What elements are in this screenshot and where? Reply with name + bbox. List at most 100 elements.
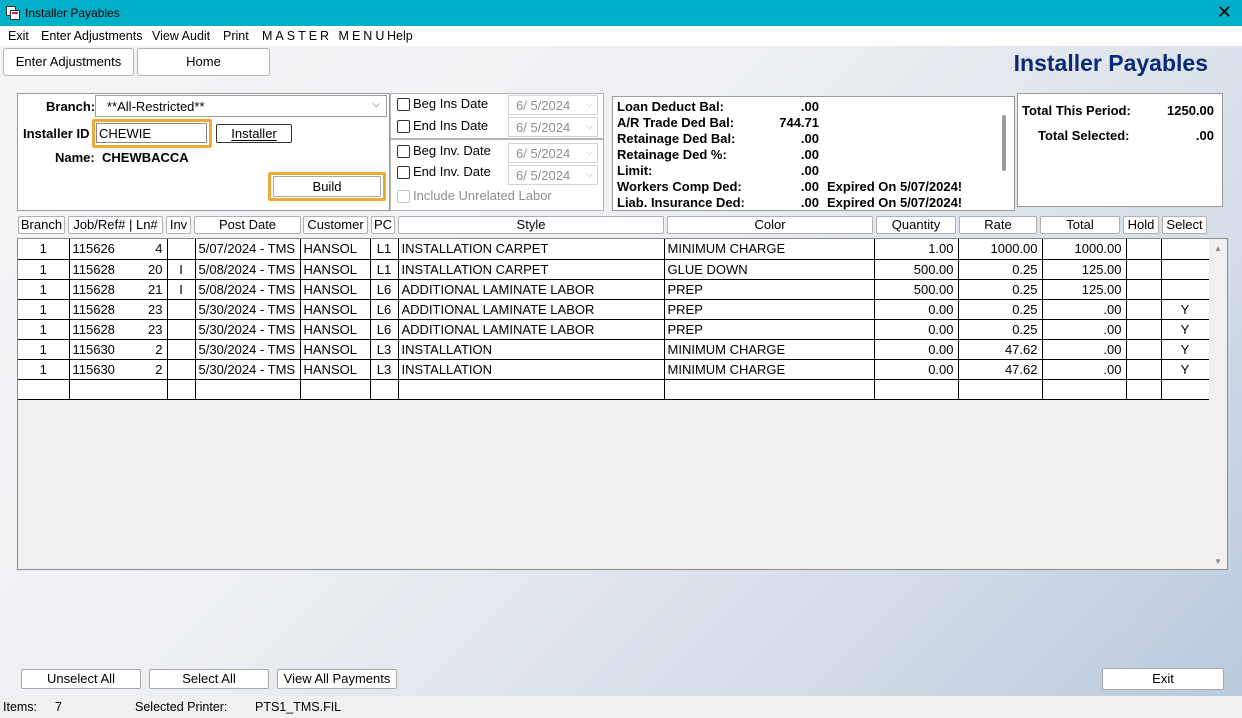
cell-job[interactable]: 115628 [69,279,136,300]
cell-post[interactable] [195,379,301,400]
cell-select[interactable]: Y [1161,339,1210,360]
cell-branch[interactable]: 1 [18,319,70,340]
cell-job[interactable]: 115628 [69,259,136,280]
table-row[interactable]: 1 115628 23 5/30/2024 - TMS HANSOL L6 ADDITION… [18,319,1210,340]
cell-qty[interactable]: 0.00 [874,299,959,320]
cell-total[interactable] [1042,379,1127,400]
cell-hold[interactable] [1126,359,1162,380]
cell-job[interactable]: 115630 [69,359,136,380]
cell-style[interactable]: INSTALLATION [398,359,665,380]
menu-view-audit[interactable]: View Audit [152,29,210,43]
cell-customer[interactable]: HANSOL [300,239,371,260]
col-job-ref[interactable]: Job/Ref# | Ln# [68,216,163,234]
cell-qty[interactable]: 0.00 [874,339,959,360]
cell-color[interactable]: MINIMUM CHARGE [664,339,875,360]
select-all-button[interactable]: Select All [149,669,269,689]
cell-branch[interactable]: 1 [18,259,70,280]
cell-post[interactable]: 5/07/2024 - TMS [195,239,301,260]
installer-button[interactable]: Installer [216,124,292,143]
cell-rate[interactable]: 47.62 [958,339,1043,360]
cell-rate[interactable]: 0.25 [958,279,1043,300]
table-row[interactable]: 1 115628 20 I 5/08/2024 - TMS HANSOL L1 INSTALL… [18,259,1210,280]
cell-total[interactable]: 125.00 [1042,279,1127,300]
cell-branch[interactable] [18,379,70,400]
cell-qty[interactable] [874,379,959,400]
col-rate[interactable]: Rate [959,216,1037,234]
grid-scrollbar[interactable]: ▲ ▼ [1209,239,1227,569]
cell-customer[interactable]: HANSOL [300,299,371,320]
cell-ln[interactable]: 21 [136,279,168,300]
cell-total[interactable]: 125.00 [1042,259,1127,280]
cell-hold[interactable] [1126,259,1162,280]
cell-customer[interactable] [300,379,371,400]
cell-inv[interactable] [167,299,196,320]
cell-color[interactable]: MINIMUM CHARGE [664,239,875,260]
col-quantity[interactable]: Quantity [876,216,956,234]
build-button[interactable]: Build [273,176,381,197]
cell-qty[interactable]: 0.00 [874,319,959,340]
cell-pc[interactable]: L1 [370,239,399,260]
cell-total[interactable]: .00 [1042,359,1127,380]
cell-branch[interactable]: 1 [18,359,70,380]
cell-job[interactable] [69,379,136,400]
view-all-payments-button[interactable]: View All Payments [277,669,397,689]
cell-select[interactable]: Y [1161,299,1210,320]
cell-inv[interactable] [167,379,196,400]
end-ins-date-checkbox[interactable] [397,120,410,133]
cell-rate[interactable]: 0.25 [958,319,1043,340]
cell-color[interactable]: PREP [664,299,875,320]
cell-hold[interactable] [1126,339,1162,360]
cell-job[interactable]: 115628 [69,299,136,320]
menu-master-menu[interactable]: MASTER MENU [262,29,387,43]
cell-ln[interactable] [136,379,168,400]
cell-total[interactable]: .00 [1042,339,1127,360]
cell-qty[interactable]: 0.00 [874,359,959,380]
cell-inv[interactable]: I [167,259,196,280]
cell-color[interactable]: GLUE DOWN [664,259,875,280]
cell-color[interactable]: PREP [664,279,875,300]
cell-style[interactable]: ADDITIONAL LAMINATE LABOR [398,279,665,300]
col-select[interactable]: Select [1162,216,1207,234]
cell-inv[interactable] [167,359,196,380]
cell-pc[interactable]: L3 [370,339,399,360]
cell-rate[interactable]: 47.62 [958,359,1043,380]
cell-style[interactable]: INSTALLATION [398,339,665,360]
col-branch[interactable]: Branch [18,216,65,234]
cell-job[interactable]: 115626 [69,239,136,260]
table-row[interactable]: 1 115628 21 I 5/08/2024 - TMS HANSOL L6 ADDITIO… [18,279,1210,300]
cell-color[interactable]: PREP [664,319,875,340]
cell-customer[interactable]: HANSOL [300,259,371,280]
col-pc[interactable]: PC [371,216,395,234]
tab-home[interactable]: Home [137,48,270,76]
cell-pc[interactable]: L6 [370,319,399,340]
table-row[interactable]: 1 115630 2 5/30/2024 - TMS HANSOL L3 INSTALLAT… [18,359,1210,380]
cell-branch[interactable]: 1 [18,239,70,260]
cell-select[interactable] [1161,379,1210,400]
cell-qty[interactable]: 500.00 [874,259,959,280]
menu-enter-adjustments[interactable]: Enter Adjustments [41,29,142,43]
cell-select[interactable]: Y [1161,319,1210,340]
beg-ins-date-checkbox[interactable] [397,98,410,111]
cell-rate[interactable]: 1000.00 [958,239,1043,260]
table-row[interactable]: 1 115630 2 5/30/2024 - TMS HANSOL L3 INSTALLAT… [18,339,1210,360]
cell-customer[interactable]: HANSOL [300,339,371,360]
cell-select[interactable] [1161,279,1210,300]
cell-hold[interactable] [1126,299,1162,320]
menu-exit[interactable]: Exit [8,29,29,43]
cell-hold[interactable] [1126,279,1162,300]
tab-enter-adjustments[interactable]: Enter Adjustments [3,48,134,76]
cell-ln[interactable]: 4 [136,239,168,260]
col-inv[interactable]: Inv [166,216,191,234]
cell-pc[interactable]: L6 [370,279,399,300]
cell-hold[interactable] [1126,379,1162,400]
installer-id-input[interactable]: CHEWIE [96,123,207,143]
cell-style[interactable]: ADDITIONAL LAMINATE LABOR [398,319,665,340]
close-icon[interactable]: ✕ [1217,2,1232,22]
cell-ln[interactable]: 23 [136,299,168,320]
cell-pc[interactable]: L1 [370,259,399,280]
beg-ins-date-input[interactable]: 6/ 5/2024 ⌵ [508,95,598,115]
cell-customer[interactable]: HANSOL [300,279,371,300]
cell-style[interactable]: ADDITIONAL LAMINATE LABOR [398,299,665,320]
unselect-all-button[interactable]: Unselect All [21,669,141,689]
beg-inv-date-input[interactable]: 6/ 5/2024 ⌵ [508,143,598,163]
